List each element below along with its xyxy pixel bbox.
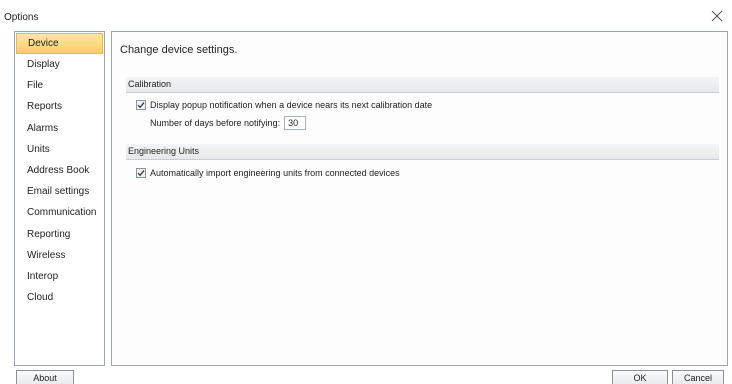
days-before-notifying-row: Number of days before notifying: 30 [150, 116, 307, 130]
ok-button[interactable]: OK [612, 370, 668, 384]
sidebar-item-communication[interactable]: Communication [15, 202, 104, 223]
close-icon[interactable] [710, 9, 724, 23]
sidebar-item-device[interactable]: Device [16, 33, 103, 54]
sidebar-item-label: Alarms [27, 122, 59, 134]
engineering-units-section-header: Engineering Units [126, 144, 719, 160]
sidebar-item-reports[interactable]: Reports [15, 96, 104, 117]
sidebar-item-email-settings[interactable]: Email settings [15, 181, 104, 202]
calibration-section-header: Calibration [126, 77, 719, 93]
sidebar-item-label: Cloud [27, 292, 54, 304]
section-label: Engineering Units [128, 146, 200, 156]
auto-import-units-checkbox-row[interactable]: Automatically import engineering units f… [136, 168, 400, 178]
cancel-button[interactable]: Cancel [672, 370, 724, 384]
sidebar-item-label: Units [27, 143, 50, 155]
panel-header: Change device settings. [112, 32, 727, 67]
sidebar-item-reporting[interactable]: Reporting [15, 224, 104, 245]
sidebar-item-label: Communication [27, 207, 97, 219]
sidebar-item-label: Email settings [27, 186, 90, 198]
sidebar-item-label: Wireless [27, 249, 66, 261]
window-title: Options [4, 12, 39, 23]
calibration-popup-checkbox[interactable] [136, 100, 146, 110]
sidebar-item-file[interactable]: File [15, 75, 104, 96]
sidebar-item-wireless[interactable]: Wireless [15, 245, 104, 266]
section-label: Calibration [128, 79, 172, 89]
sidebar-item-cloud[interactable]: Cloud [15, 287, 104, 308]
sidebar-item-units[interactable]: Units [15, 139, 104, 160]
page-title: Change device settings. [120, 44, 238, 56]
sidebar-item-address-book[interactable]: Address Book [15, 160, 104, 181]
auto-import-units-label: Automatically import engineering units f… [150, 168, 400, 178]
options-category-list: Device Display File Reports Alarms Units… [14, 31, 105, 366]
sidebar-item-label: Reports [27, 101, 63, 113]
sidebar-item-interop[interactable]: Interop [15, 266, 104, 287]
calibration-popup-label: Display popup notification when a device… [150, 100, 433, 110]
sidebar-item-label: Address Book [27, 164, 90, 176]
sidebar-item-label: Display [27, 59, 60, 70]
checkmark-icon [137, 170, 145, 177]
auto-import-units-checkbox[interactable] [136, 168, 146, 178]
title-bar: Options [0, 0, 732, 30]
sidebar-item-alarms[interactable]: Alarms [15, 118, 104, 139]
calibration-popup-checkbox-row[interactable]: Display popup notification when a device… [136, 100, 432, 110]
sidebar-item-display[interactable]: Display [15, 54, 104, 75]
sidebar-item-label: Device [28, 38, 59, 49]
sidebar-item-label: Interop [27, 270, 59, 282]
days-before-notifying-label: Number of days before notifying: [150, 118, 281, 128]
options-dialog: Options Device Display File Reports Alar… [0, 0, 732, 384]
checkmark-icon [137, 102, 145, 109]
settings-panel: Change device settings. Calibration Disp… [111, 31, 728, 366]
days-before-notifying-input[interactable]: 30 [284, 116, 307, 130]
sidebar-item-label: Reporting [27, 228, 71, 240]
sidebar-item-label: File [27, 80, 44, 92]
about-button[interactable]: About [16, 370, 74, 384]
